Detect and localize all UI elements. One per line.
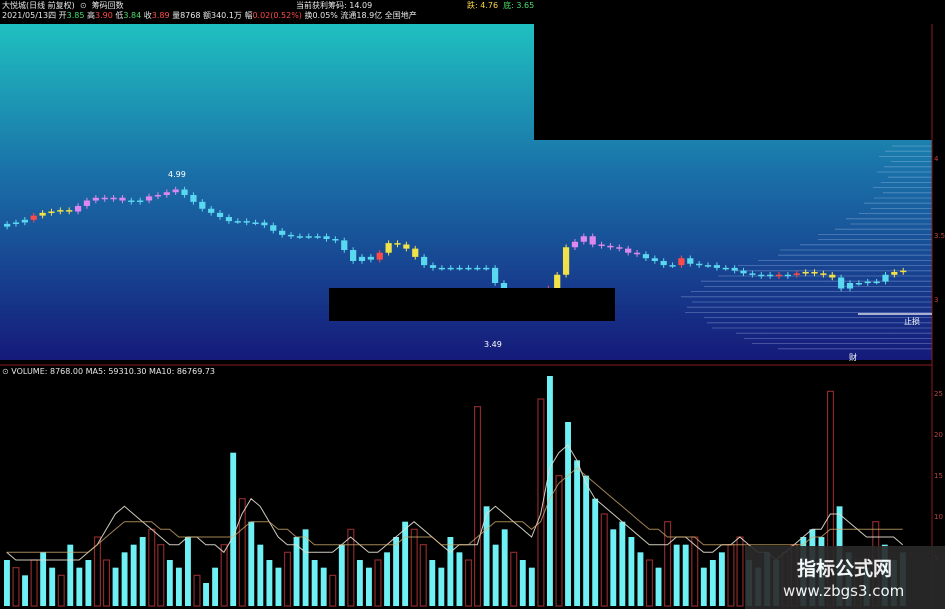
volume-bar [130,544,137,606]
volume-bar [628,537,635,606]
volume-bar [574,460,581,606]
volume-bar [76,567,83,606]
price-tick: 4 [934,155,939,163]
volume-bar [700,567,707,606]
volume-bar [555,475,563,607]
volume-bar [610,529,617,606]
volume-bar [157,544,165,607]
volume-bar [212,567,219,606]
volume-bar [148,528,156,607]
volume-bar [510,551,518,607]
volume-bar [166,560,173,606]
volume-bar [85,560,92,606]
price-tick: 3.5 [934,232,945,240]
right-levels: 跌: 4.76 底: 3.65 [467,1,535,10]
volume-bar [302,529,309,606]
volume-bar [447,537,454,606]
watermark-title: 指标公式网 [797,558,893,580]
volume-bar [293,537,300,606]
ohlc-line: 2021/05/13四 开3.85 高3.90 低3.84 收3.89 量876… [2,11,417,20]
volume-header: ⊙ VOLUME: 8768.00 MA5: 59310.30 MA10: 86… [2,367,216,376]
volume-bar [347,528,355,607]
volume-bar [438,567,445,606]
stock-title: 大悦城(日线 前复权) ⊙ 筹码回数 [2,1,124,10]
volume-bar [238,498,246,607]
volume-bar [547,376,553,606]
volume-bar [645,559,654,607]
volume-bar [311,560,318,606]
volume-bar [220,544,228,607]
volume-bar [93,536,101,607]
volume-bar [374,559,382,607]
volume-bar [456,552,463,606]
profit-chips: 当前获利筹码: 14.09 [296,1,373,10]
volume-bar [736,536,744,607]
volume-bar [283,551,292,607]
volume-bar [121,552,128,606]
volume-bar [682,544,689,606]
volume-bar [664,521,672,607]
volume-bar [592,498,599,606]
volume-bar [248,521,255,606]
volume-bar [718,552,725,606]
high-marker: 4.99 [168,170,186,179]
volume-tick: 20 [934,431,943,439]
volume-bar [655,567,662,606]
volume-bar [528,567,535,606]
volume-bar [275,567,282,606]
volume-bar [49,567,56,606]
volume-bar [329,574,337,607]
volume-bar [30,559,38,607]
volume-bar [112,567,119,606]
volume-bar [203,583,209,606]
volume-bar [492,544,499,606]
volume-bar [410,528,418,607]
volume-bar [193,574,201,607]
volume-bar [474,406,482,607]
bottom-marker: 财 [849,353,857,362]
volume-bar [139,537,146,606]
volume-bar [600,513,608,607]
volume-bar [691,536,699,607]
volume-bar [393,537,400,606]
volume-bar [429,560,436,606]
volume-bar [619,521,626,606]
volume-bar [185,537,191,606]
volume-bar [320,567,327,606]
volume-tick: 10 [934,513,943,521]
volume-bar [402,521,409,606]
volume-bar [366,567,372,606]
volume-bar [12,567,20,607]
volume-bar [266,560,273,606]
volume-bar [709,560,716,606]
volume-bar [57,574,65,607]
volume-tick: 25 [934,390,943,398]
volume-bar [519,560,526,606]
volume-bar [501,529,508,606]
price-tick: 3 [934,296,939,304]
volume-bar [727,544,735,607]
volume-bar [257,544,264,606]
volume-bar [175,567,182,606]
volume-bar [583,475,590,606]
volume-bar [637,552,644,606]
volume-bar [67,544,74,606]
stop-label: 止损 [904,317,920,326]
volume-bar [338,544,345,606]
volume-chart [4,376,906,607]
volume-bar [384,552,390,606]
watermark-box: 指标公式网 www.zbgs3.com [745,546,945,609]
volume-bar [4,560,10,606]
volume-bar [102,559,111,607]
volume-bar [230,452,237,606]
volume-bar [356,560,363,606]
watermark-url: www.zbgs3.com [783,582,905,600]
volume-bar [673,544,680,606]
low-marker: 3.49 [484,340,502,349]
volume-bar [464,559,473,607]
volume-tick: 15 [934,472,943,480]
chart-header: 大悦城(日线 前复权) ⊙ 筹码回数 当前获利筹码: 14.09 跌: 4.76… [0,0,945,24]
volume-bar [419,544,427,607]
volume-bar [22,575,28,606]
